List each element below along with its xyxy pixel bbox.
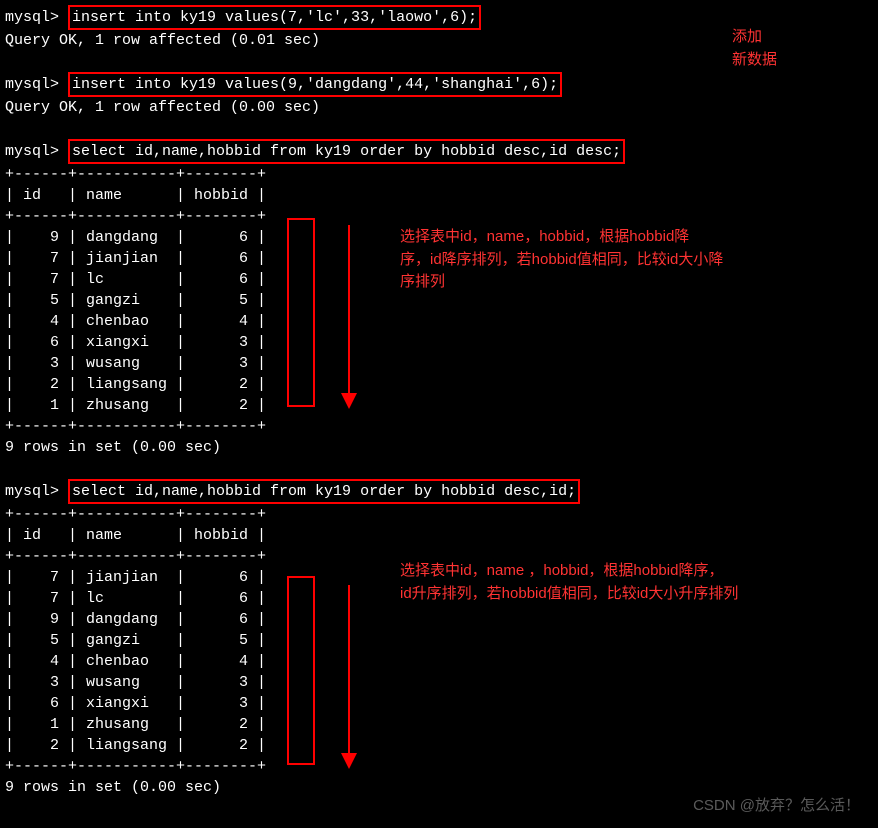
table-separator: +------+-----------+--------+: [5, 206, 873, 227]
arrow-down-1: [348, 225, 350, 395]
table-row: | 2 | liangsang | 2 |: [5, 735, 873, 756]
sql-command-3: select id,name,hobbid from ky19 order by…: [68, 139, 625, 164]
arrow-down-2: [348, 585, 350, 755]
mysql-prompt: mysql>: [5, 483, 68, 500]
watermark: CSDN @放弃？怎么活！: [693, 795, 860, 816]
arrow-head-2: [341, 753, 357, 769]
terminal-line: mysql> select id,name,hobbid from ky19 o…: [5, 139, 873, 164]
table-row: | 4 | chenbao | 4 |: [5, 311, 873, 332]
table-row: | 1 | zhusang | 2 |: [5, 395, 873, 416]
table-separator: +------+-----------+--------+: [5, 504, 873, 525]
table-row: | 1 | zhusang | 2 |: [5, 714, 873, 735]
mysql-prompt: mysql>: [5, 143, 68, 160]
arrow-head-1: [341, 393, 357, 409]
table-row: | 3 | wusang | 3 |: [5, 353, 873, 374]
blank-line: [5, 458, 873, 479]
mysql-prompt: mysql>: [5, 76, 68, 93]
terminal-line: mysql> insert into ky19 values(9,'dangda…: [5, 72, 873, 97]
table-row: | 4 | chenbao | 4 |: [5, 651, 873, 672]
sql-command-4: select id,name,hobbid from ky19 order by…: [68, 479, 580, 504]
terminal-line: mysql> select id,name,hobbid from ky19 o…: [5, 479, 873, 504]
annotation-desc-desc: 选择表中id，name，hobbid，根据hobbid降 序，id降序排列，若h…: [400, 226, 840, 294]
annotation-add: 添加 新数据: [732, 26, 777, 71]
table-separator: +------+-----------+--------+: [5, 164, 873, 185]
annotation-desc-asc: 选择表中id，name ，hobbid，根据hobbid降序， id升序排列，若…: [400, 560, 860, 605]
table-separator: +------+-----------+--------+: [5, 416, 873, 437]
table-header: | id | name | hobbid |: [5, 525, 873, 546]
rows-count: 9 rows in set (0.00 sec): [5, 437, 873, 458]
table-separator: +------+-----------+--------+: [5, 756, 873, 777]
sql-command-1: insert into ky19 values(7,'lc',33,'laowo…: [68, 5, 481, 30]
table-row: | 9 | dangdang | 6 |: [5, 609, 873, 630]
query-result-2: Query OK, 1 row affected (0.00 sec): [5, 97, 873, 118]
table-row: | 5 | gangzi | 5 |: [5, 630, 873, 651]
highlight-box-hobbid-col-2: [287, 576, 315, 765]
table-row: | 6 | xiangxi | 3 |: [5, 332, 873, 353]
mysql-prompt: mysql>: [5, 9, 68, 26]
table-row: | 2 | liangsang | 2 |: [5, 374, 873, 395]
table-row: | 6 | xiangxi | 3 |: [5, 693, 873, 714]
sql-command-2: insert into ky19 values(9,'dangdang',44,…: [68, 72, 562, 97]
highlight-box-hobbid-col-1: [287, 218, 315, 407]
table-row: | 3 | wusang | 3 |: [5, 672, 873, 693]
table-header: | id | name | hobbid |: [5, 185, 873, 206]
blank-line: [5, 118, 873, 139]
